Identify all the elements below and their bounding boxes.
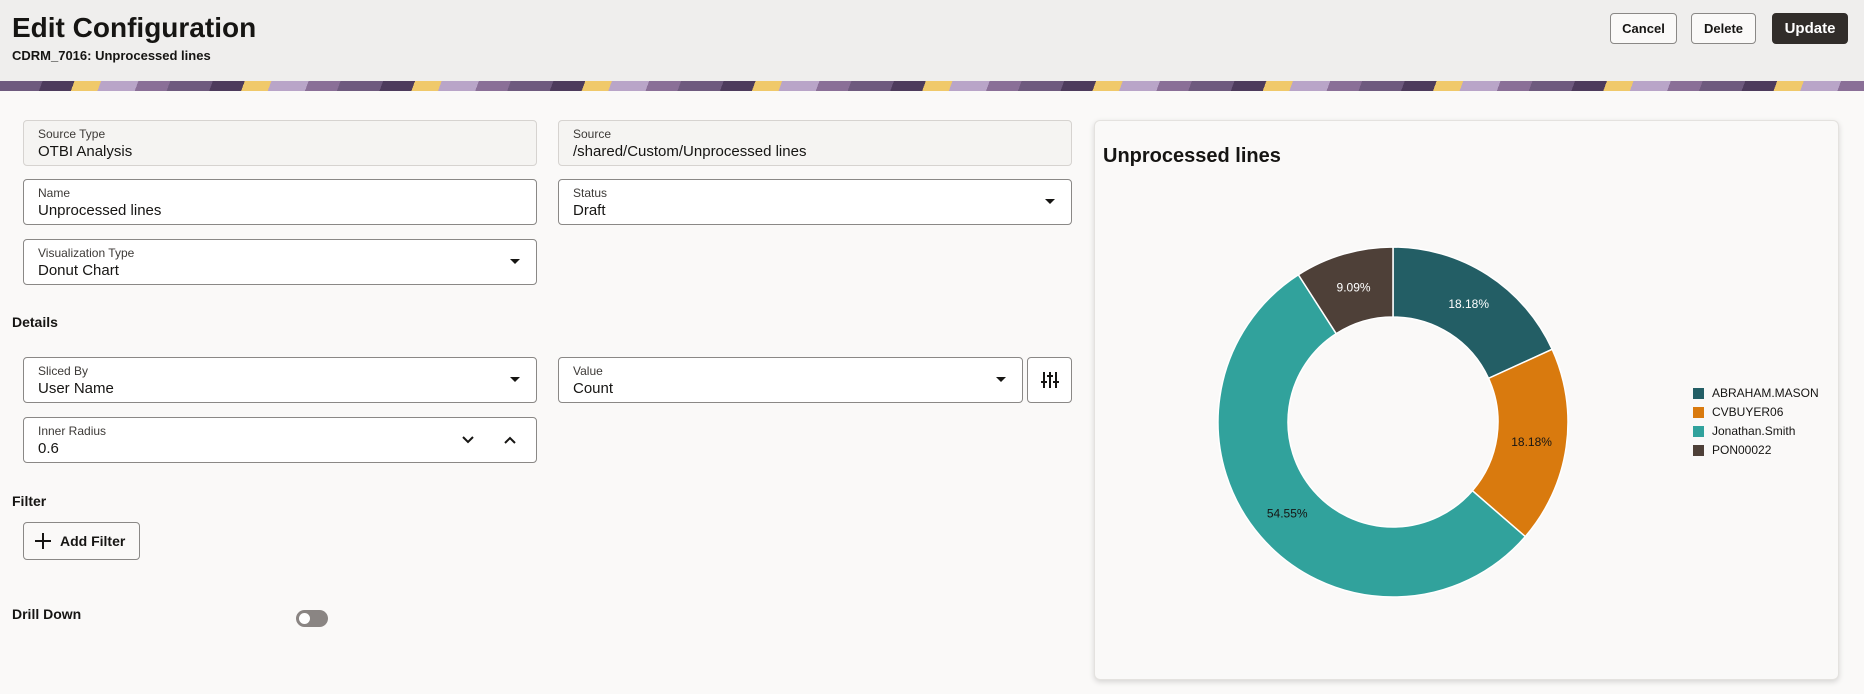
slice-data-label: 9.09% <box>1337 281 1371 295</box>
legend-swatch <box>1693 387 1704 399</box>
legend-swatch <box>1693 406 1704 418</box>
donut-slice-abraham-mason[interactable] <box>1392 246 1554 380</box>
legend-item[interactable]: CVBUYER06 <box>1693 405 1783 419</box>
legend-label: CVBUYER06 <box>1712 405 1784 419</box>
legend-swatch <box>1693 444 1704 456</box>
slice-data-label: 18.18% <box>1511 435 1552 449</box>
legend-item[interactable]: Jonathan.Smith <box>1693 424 1795 438</box>
legend-label: Jonathan.Smith <box>1712 424 1796 438</box>
legend-item[interactable]: ABRAHAM.MASON <box>1693 386 1819 400</box>
slice-data-label: 18.18% <box>1448 297 1489 311</box>
legend-swatch <box>1693 425 1704 437</box>
legend-item[interactable]: PON00022 <box>1693 443 1771 457</box>
legend-label: ABRAHAM.MASON <box>1712 386 1819 400</box>
legend-label: PON00022 <box>1712 443 1772 457</box>
slice-data-label: 54.55% <box>1267 507 1308 521</box>
donut-chart: 18.18% 18.18% 54.55% 9.09% <box>1217 246 1569 598</box>
